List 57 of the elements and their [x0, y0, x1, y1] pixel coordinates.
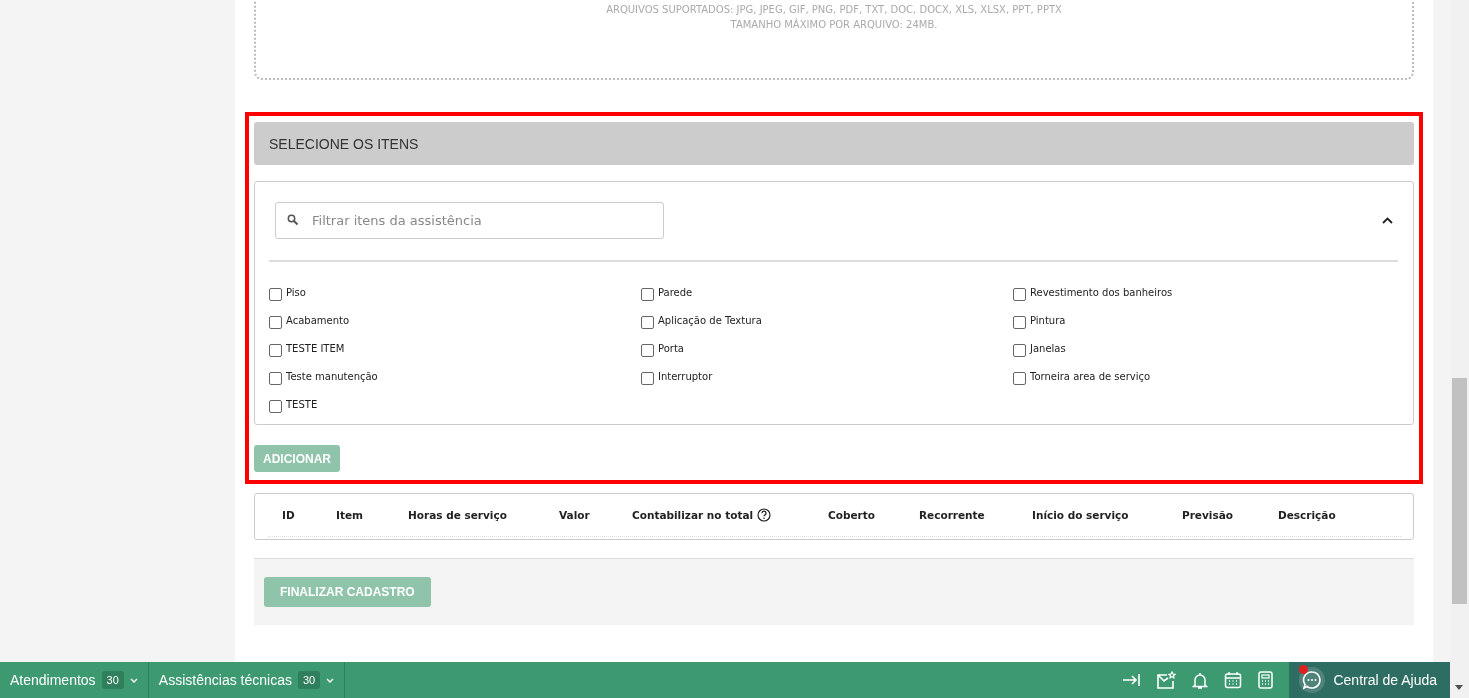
item-label: Revestimento dos banheiros	[1030, 286, 1173, 298]
chat-icon	[1299, 667, 1326, 693]
checkbox[interactable]	[1013, 371, 1026, 385]
item-label: Aplicação de Textura	[658, 314, 762, 326]
checkbox[interactable]	[1013, 343, 1026, 357]
checkbox[interactable]	[269, 399, 282, 413]
checkbox[interactable]	[269, 315, 282, 329]
item-label: Parede	[658, 286, 693, 298]
item-label: Porta	[658, 342, 684, 354]
bar-tab[interactable]: Assistências técnicas 30	[148, 662, 346, 698]
checkbox[interactable]	[641, 315, 654, 329]
column-header: Previsão	[1182, 509, 1233, 521]
upload-hint: TAMANHO MÁXIMO POR ARQUIVO: 24MB.	[730, 18, 938, 31]
column-header: Contabilizar no total	[632, 509, 754, 521]
item-label: Piso	[286, 286, 306, 298]
item-label: Teste manutenção	[286, 370, 378, 382]
arrow-to-bar-icon[interactable]	[1122, 673, 1141, 687]
envelope-star-icon[interactable]	[1156, 671, 1177, 689]
column-header: ID	[282, 509, 295, 521]
column-header: Descrição	[1278, 509, 1336, 521]
bell-icon[interactable]	[1192, 671, 1209, 689]
column-header: Valor	[559, 509, 590, 521]
caret-icon	[129, 677, 138, 683]
column-header: Coberto	[828, 509, 875, 521]
search-icon	[287, 214, 299, 226]
item-label: TESTE ITEM	[286, 342, 345, 354]
checkbox[interactable]	[269, 287, 282, 301]
checkbox[interactable]	[641, 343, 654, 357]
checkbox[interactable]	[1013, 315, 1026, 329]
calendar-icon[interactable]	[1224, 671, 1243, 689]
checkbox[interactable]	[641, 287, 654, 301]
search-field[interactable]: Filtrar itens da assistência	[275, 202, 664, 239]
help-center-button[interactable]: Central de Ajuda	[1289, 662, 1450, 698]
item-label: Janelas	[1030, 342, 1066, 354]
calculator-icon[interactable]	[1258, 671, 1274, 689]
count-badge: 30	[101, 671, 124, 689]
column-header: Recorrente	[919, 509, 985, 521]
item-label: Pintura	[1030, 314, 1066, 326]
checkbox[interactable]	[269, 343, 282, 357]
column-header: Horas de serviço	[408, 509, 507, 521]
checkbox[interactable]	[1013, 287, 1026, 301]
item-label: Interruptor	[658, 370, 713, 382]
bar-tab[interactable]: Atendimentos 30	[0, 662, 149, 698]
count-badge: 30	[297, 671, 321, 689]
collapse-caret-icon[interactable]	[1382, 217, 1393, 224]
section-title: SELECIONE OS ITENS	[269, 135, 419, 152]
item-label: Acabamento	[286, 314, 350, 326]
column-header: Início do serviço	[1032, 509, 1129, 521]
caret-icon	[326, 677, 335, 683]
item-label: Torneira area de serviço	[1030, 370, 1151, 382]
column-header: Item	[336, 509, 363, 521]
checkbox[interactable]	[641, 371, 654, 385]
checkbox[interactable]	[269, 371, 282, 385]
help-icon[interactable]	[757, 508, 772, 522]
item-label: TESTE	[286, 398, 318, 410]
upload-hint: ARQUIVOS SUPORTADOS: JPG, JPEG, GIF, PNG, PDF, TXT, DOC, DOCX, XLS, XLSX, PPT, PPTX	[606, 3, 1062, 16]
scroll-down-arrow-icon[interactable]	[1455, 685, 1463, 690]
